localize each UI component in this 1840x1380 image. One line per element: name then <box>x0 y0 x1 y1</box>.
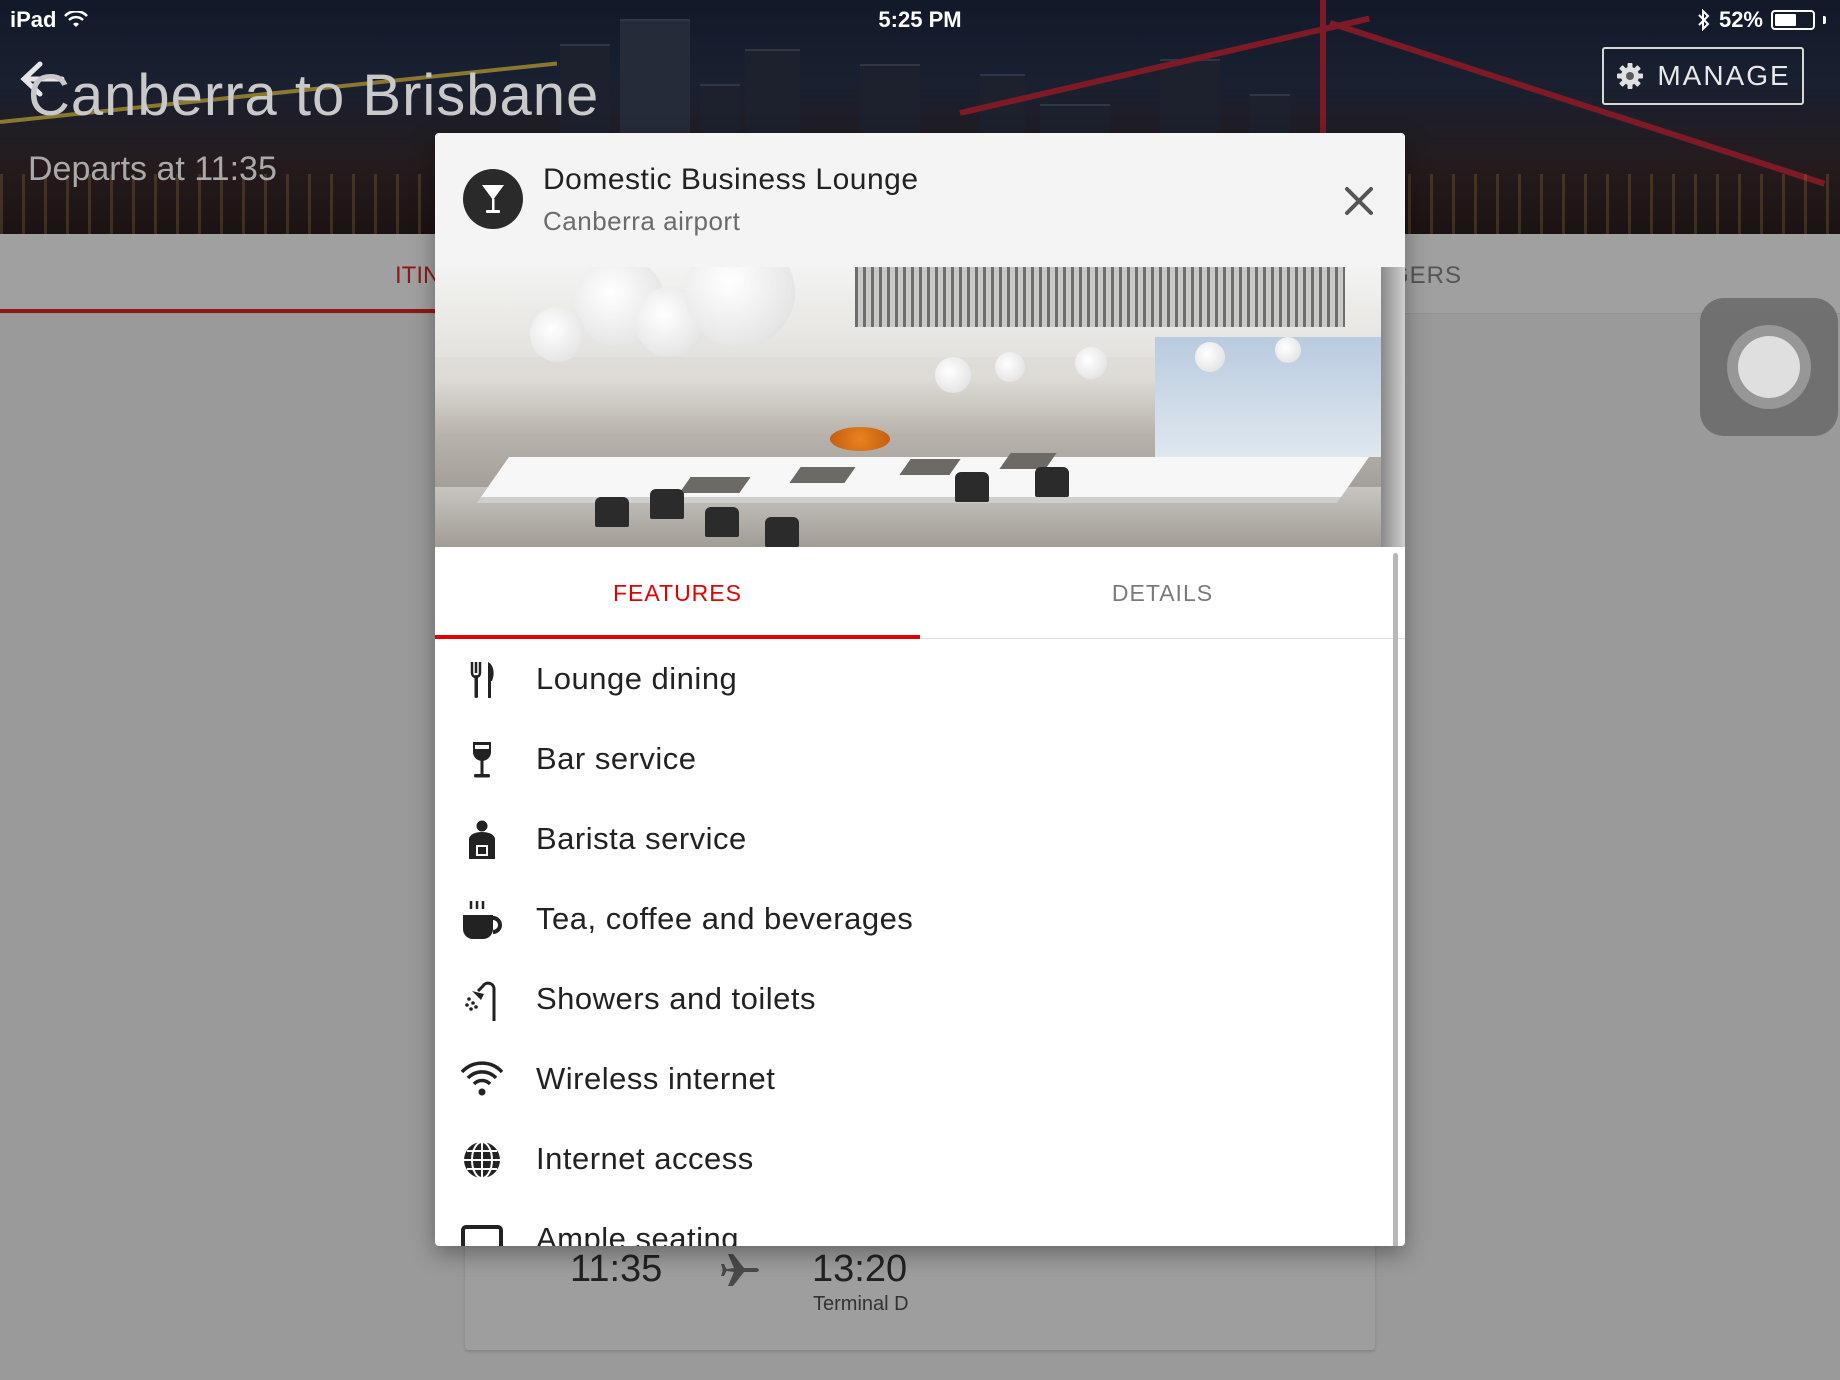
cocktail-icon <box>463 169 523 229</box>
feature-label: Wireless internet <box>536 1061 776 1096</box>
route-departure: Departs at 11:35 <box>28 150 277 188</box>
route-title: Canberra to Brisbane <box>28 63 600 128</box>
modal-header: Domestic Business Lounge Canberra airpor… <box>435 133 1405 267</box>
gear-icon <box>1617 63 1644 89</box>
feature-label: Internet access <box>536 1141 754 1176</box>
feature-item: Bar service <box>435 719 1395 799</box>
status-time: 5:25 PM <box>878 7 962 32</box>
coffee-cup-icon <box>463 901 502 939</box>
manage-button[interactable]: MANAGE <box>1602 47 1804 105</box>
cutlery-icon <box>470 662 494 698</box>
close-icon[interactable] <box>1341 183 1377 219</box>
lounge-modal: Domestic Business Lounge Canberra airpor… <box>435 133 1405 1246</box>
wifi-icon <box>461 1061 503 1096</box>
globe-icon <box>464 1141 500 1179</box>
departure-time: 11:35 <box>570 1248 663 1290</box>
features-list: Lounge dining Bar service Barista servic… <box>435 639 1405 1246</box>
arrival-time: 13:20 <box>812 1248 908 1290</box>
feature-item: Ample seating <box>435 1199 1395 1246</box>
feature-item: Wireless internet <box>435 1039 1395 1119</box>
wine-glass-icon <box>473 742 491 778</box>
feature-item: Barista service <box>435 799 1395 879</box>
modal-tabs: FEATURES DETAILS <box>435 547 1405 639</box>
tab-itinerary[interactable]: ITIN <box>395 262 440 290</box>
battery-percent: 52% <box>1718 7 1763 32</box>
feature-label: Showers and toilets <box>536 981 817 1016</box>
feature-item: Tea, coffee and beverages <box>435 879 1395 959</box>
feature-item: Lounge dining <box>435 639 1395 719</box>
airplane-icon <box>720 1254 759 1286</box>
feature-label: Barista service <box>536 821 747 856</box>
status-bar: iPad 5:25 PM 52% <box>0 0 1840 38</box>
assistive-touch-button[interactable] <box>1700 298 1838 436</box>
shower-icon <box>465 981 496 1021</box>
barista-icon <box>469 820 495 859</box>
feature-item: Internet access <box>435 1119 1395 1199</box>
lounge-airport: Canberra airport <box>543 206 741 236</box>
feature-label: Lounge dining <box>536 661 738 696</box>
manage-label: MANAGE <box>1657 60 1791 91</box>
bluetooth-icon <box>1698 9 1710 31</box>
feature-label: Tea, coffee and beverages <box>536 901 914 936</box>
seat-icon <box>461 1225 503 1246</box>
arrival-terminal: Terminal D <box>813 1293 909 1315</box>
lounge-photo <box>435 267 1405 547</box>
lounge-title: Domestic Business Lounge <box>543 163 919 196</box>
scrollbar[interactable] <box>1393 553 1398 1246</box>
feature-label: Bar service <box>536 741 697 776</box>
feature-label: Ample seating <box>536 1221 739 1246</box>
tab-features[interactable]: FEATURES <box>435 547 920 639</box>
tab-details[interactable]: DETAILS <box>920 547 1405 639</box>
feature-item: Showers and toilets <box>435 959 1395 1039</box>
tab-itinerary-underline <box>0 309 440 313</box>
battery-icon <box>1771 10 1815 30</box>
